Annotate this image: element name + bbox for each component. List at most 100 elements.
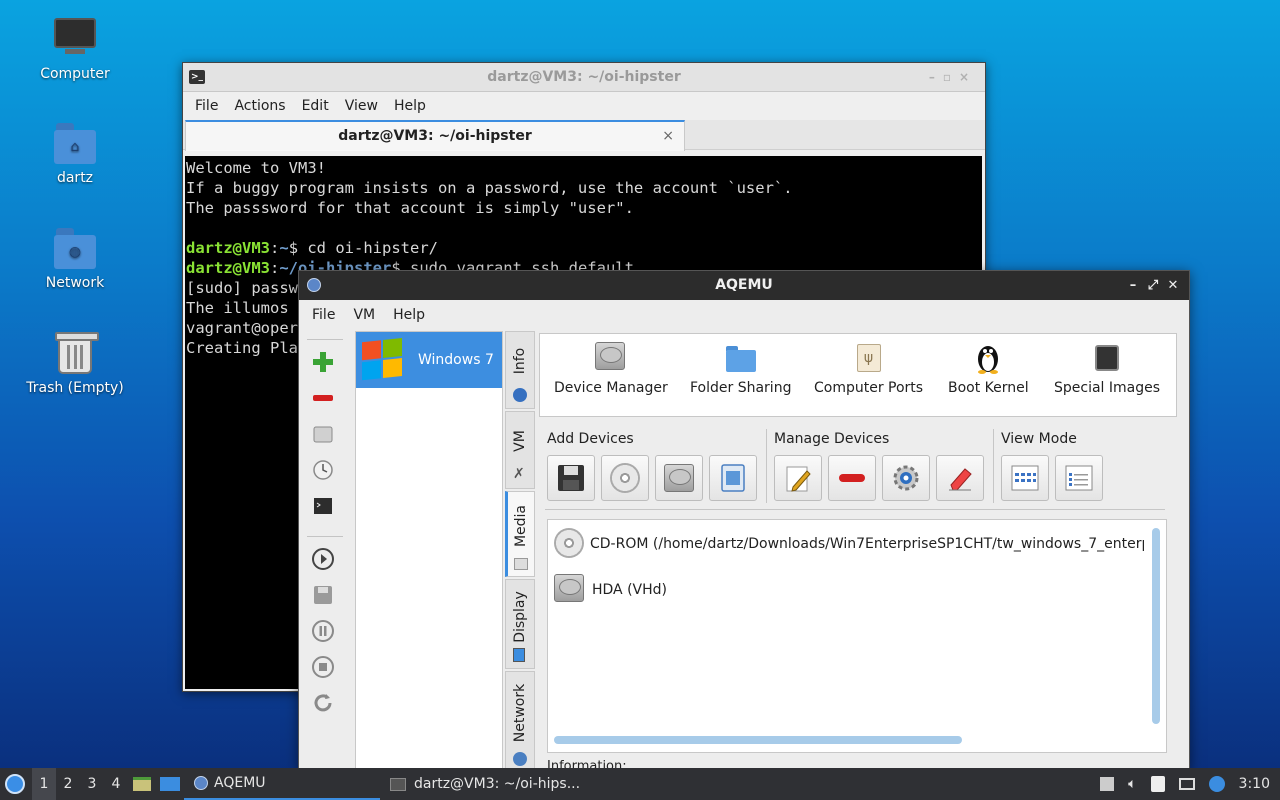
storage-device-icon (721, 464, 745, 492)
edit-pencil-icon (786, 466, 811, 492)
horizontal-scrollbar[interactable] (554, 736, 962, 744)
vm-clock-button[interactable] (305, 454, 341, 486)
folder-icon (725, 342, 757, 374)
add-storage-button[interactable] (709, 455, 757, 501)
menu-help[interactable]: Help (386, 98, 434, 114)
file-manager-launcher[interactable] (128, 768, 156, 800)
close-tab-icon[interactable]: × (662, 122, 674, 150)
menu-file[interactable]: File (303, 307, 344, 323)
special-images-button[interactable]: Special Images (1054, 342, 1160, 396)
hard-disk-icon (664, 464, 694, 492)
tux-penguin-icon (972, 342, 1004, 374)
menu-file[interactable]: File (187, 98, 226, 114)
clipboard-icon[interactable] (1150, 776, 1165, 792)
terminal-icon (390, 777, 406, 791)
display-icon (513, 648, 525, 662)
vm-name: Windows 7 (418, 352, 494, 368)
device-list-item[interactable]: HDA (VHd) (554, 574, 667, 606)
list-view-button[interactable] (1055, 455, 1103, 501)
clock[interactable]: 3:10 (1239, 776, 1270, 792)
desktop-icon-label: Computer (40, 66, 110, 82)
tab-network[interactable]: Network (505, 671, 535, 769)
menu-vm[interactable]: VM (344, 307, 384, 323)
desktop-icon-trash[interactable]: Trash (Empty) (20, 332, 130, 396)
workspace-1[interactable]: 1 (32, 768, 56, 800)
workspace-4[interactable]: 4 (104, 768, 128, 800)
menu-view[interactable]: View (337, 98, 386, 114)
add-vm-button[interactable] (305, 346, 341, 378)
close-icon[interactable]: ✕ (1163, 271, 1183, 300)
folder-sharing-label: Folder Sharing (690, 380, 792, 396)
special-images-label: Special Images (1054, 380, 1161, 396)
tab-media[interactable]: Media (505, 491, 535, 577)
device-list: CD-ROM (/home/dartz/Downloads/Win7Enterp… (547, 519, 1167, 753)
desktop-icon-home-folder[interactable]: ⌂ dartz (20, 122, 130, 186)
pause-vm-button[interactable] (305, 615, 341, 647)
desktop-icon (160, 777, 180, 791)
task-terminal[interactable]: dartz@VM3: ~/oi-hips... (380, 768, 590, 800)
window-controls[interactable]: –▫× (929, 63, 977, 92)
update-notification-icon[interactable] (1208, 776, 1225, 792)
device-properties-button[interactable] (882, 455, 930, 501)
folder-sharing-button[interactable]: Folder Sharing (690, 342, 791, 396)
icon-view-button[interactable] (1001, 455, 1049, 501)
vm-list: Windows 7 (355, 331, 503, 769)
terminal-titlebar[interactable]: >_ dartz@VM3: ~/oi-hipster –▫× (183, 63, 985, 92)
workspace-3[interactable]: 3 (80, 768, 104, 800)
task-aqemu[interactable]: AQEMU (184, 768, 380, 800)
computer-icon (54, 18, 96, 60)
device-label: HDA (VHd) (592, 582, 668, 598)
aqemu-app-icon (194, 776, 208, 790)
vm-list-item[interactable]: Windows 7 (356, 332, 502, 388)
stop-vm-button[interactable] (305, 651, 341, 683)
start-menu-button[interactable] (0, 768, 30, 800)
start-vm-button[interactable] (305, 543, 341, 575)
minus-icon (313, 395, 333, 401)
maximize-icon[interactable]: ⤢ (1143, 271, 1163, 300)
eject-icon[interactable] (1100, 777, 1115, 791)
terminal-window-title: dartz@VM3: ~/oi-hipster (487, 69, 681, 85)
add-floppy-button[interactable] (547, 455, 595, 501)
boot-kernel-button[interactable]: Boot Kernel (948, 342, 1029, 396)
tab-vm[interactable]: VM ✗ (505, 411, 535, 489)
add-hdd-button[interactable] (655, 455, 703, 501)
list-view-icon (1065, 465, 1093, 491)
network-monitor-icon[interactable] (1178, 778, 1195, 790)
tab-info[interactable]: Info (505, 331, 535, 409)
windows-logo-icon (362, 338, 404, 382)
menu-edit[interactable]: Edit (294, 98, 337, 114)
device-label: CD-ROM (/home/dartz/Downloads/Win7Enterp… (590, 536, 1144, 552)
manage-devices-label: Manage Devices (774, 431, 890, 447)
clear-device-button[interactable] (936, 455, 984, 501)
save-vm-button[interactable] (305, 579, 341, 611)
vertical-scrollbar[interactable] (1152, 528, 1160, 724)
desktop-icon-computer[interactable]: Computer (20, 18, 130, 82)
delete-vm-button[interactable] (305, 382, 341, 414)
terminal-tab[interactable]: dartz@VM3: ~/oi-hipster × (185, 120, 685, 151)
volume-icon[interactable]: 🔈︎ (1128, 776, 1136, 792)
device-manager-button[interactable]: Device Manager (554, 342, 668, 396)
cdrom-icon (610, 463, 640, 493)
media-icon (514, 558, 528, 570)
vm-console-button[interactable] (305, 490, 341, 522)
minimize-icon[interactable]: – (1123, 271, 1143, 300)
show-desktop-launcher[interactable] (156, 768, 184, 800)
desktop-icon-network[interactable]: ◍ Network (20, 227, 130, 291)
workspace-2[interactable]: 2 (56, 768, 80, 800)
vm-settings-button[interactable] (305, 418, 341, 450)
device-list-item[interactable]: CD-ROM (/home/dartz/Downloads/Win7Enterp… (554, 528, 1144, 560)
tab-vm-label: VM (512, 430, 528, 452)
system-tray: 🔈︎ 3:10 (1093, 768, 1280, 800)
desktop-icon-label: dartz (56, 170, 94, 186)
add-cdrom-button[interactable] (601, 455, 649, 501)
menu-help[interactable]: Help (384, 307, 434, 323)
computer-ports-button[interactable]: ψ Computer Ports (814, 342, 923, 396)
media-panel: Device Manager Folder Sharing ψ Computer… (537, 331, 1181, 769)
remove-device-button[interactable] (828, 455, 876, 501)
aqemu-titlebar[interactable]: AQEMU – ⤢ ✕ (299, 271, 1189, 300)
plus-icon (313, 352, 333, 372)
menu-actions[interactable]: Actions (226, 98, 293, 114)
tab-display[interactable]: Display (505, 579, 535, 669)
edit-device-button[interactable] (774, 455, 822, 501)
reset-vm-button[interactable] (305, 687, 341, 719)
